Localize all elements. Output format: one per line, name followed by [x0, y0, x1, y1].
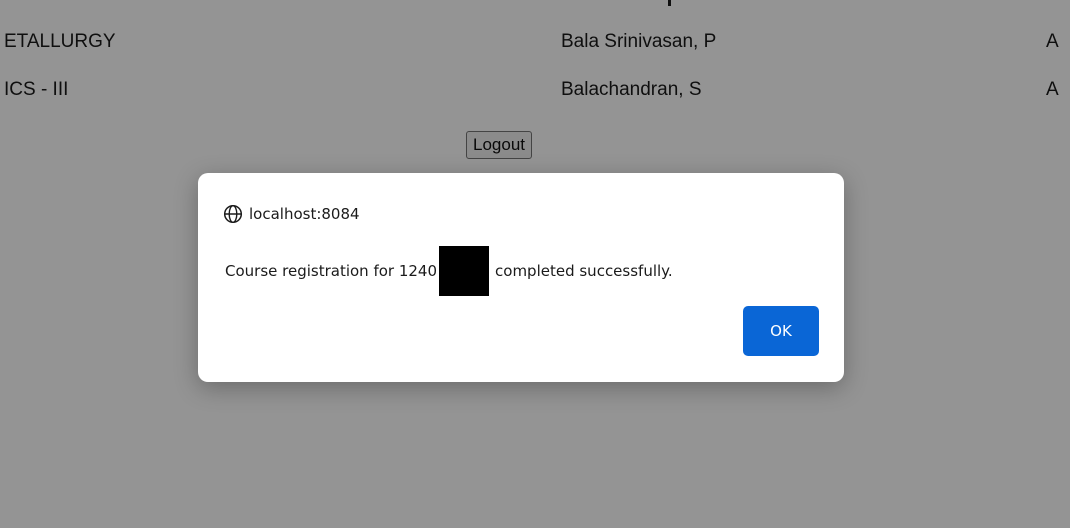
dialog-origin: localhost:8084	[223, 203, 360, 225]
dialog-message-suffix: completed successfully.	[495, 262, 673, 280]
dialog-message: Course registration for 1240 completed s…	[225, 246, 673, 296]
alert-dialog: localhost:8084 Course registration for 1…	[198, 173, 844, 382]
dialog-message-prefix: Course registration for 1240	[225, 262, 438, 280]
dialog-origin-text: localhost:8084	[249, 205, 360, 223]
globe-icon	[223, 204, 243, 224]
modal-backdrop: localhost:8084 Course registration for 1…	[0, 0, 1070, 528]
ok-button[interactable]: OK	[743, 306, 819, 356]
redaction-box	[439, 246, 490, 296]
